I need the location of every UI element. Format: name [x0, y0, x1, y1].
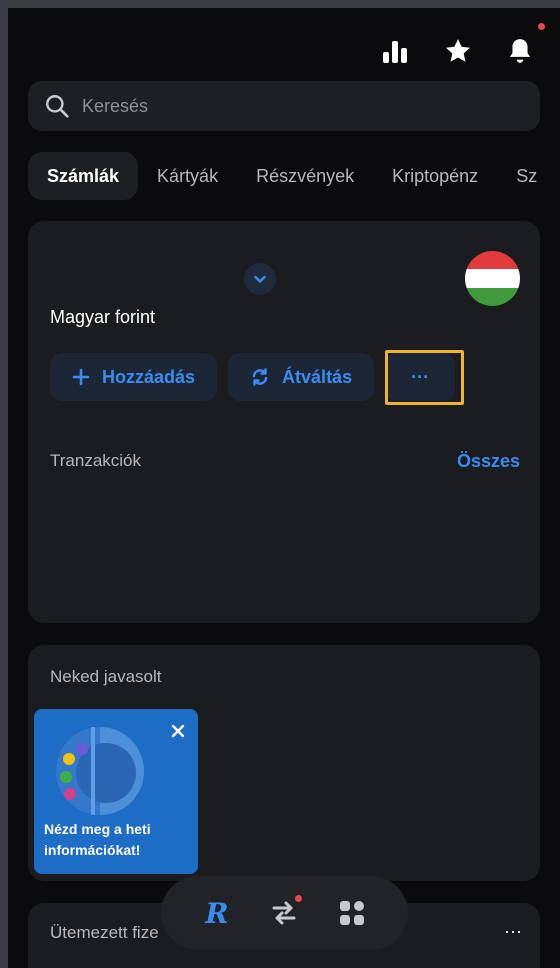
- top-bar: [360, 23, 560, 72]
- promo-text: Nézd meg a heti információkat!: [44, 821, 151, 858]
- app-screen: Keresés Számlák Kártyák Részvények Kript…: [8, 8, 560, 968]
- search-input[interactable]: Keresés: [82, 96, 148, 117]
- transfers-notification-dot: [295, 895, 303, 902]
- home-logo-icon: R: [205, 896, 229, 930]
- exchange-button[interactable]: Átváltás: [228, 353, 375, 401]
- account-name: Magyar forint: [50, 307, 156, 327]
- account-tabs: Számlák Kártyák Részvények Kriptopénz Sz: [28, 151, 556, 201]
- add-money-button[interactable]: Hozzáadás: [50, 353, 218, 401]
- see-all-link[interactable]: Összes: [457, 451, 520, 472]
- bell-icon[interactable]: [503, 34, 537, 68]
- exchange-icon: [252, 368, 268, 386]
- bottom-navigation: R: [161, 876, 408, 950]
- add-money-label: Hozzáadás: [102, 366, 196, 387]
- close-icon[interactable]: [170, 723, 186, 739]
- transactions-heading: Tranzakciók: [50, 451, 142, 470]
- insights-illustration: [56, 727, 144, 815]
- recommended-heading: Neked javasolt: [50, 667, 162, 686]
- hungary-flag-icon: [465, 251, 520, 306]
- nav-home[interactable]: R: [197, 893, 237, 933]
- plus-icon: [72, 368, 90, 386]
- tab-cards[interactable]: Kártyák: [138, 152, 237, 200]
- star-icon[interactable]: [441, 34, 475, 68]
- tab-accounts[interactable]: Számlák: [28, 152, 139, 200]
- search-icon: [46, 95, 69, 118]
- highlight-box: [385, 350, 464, 405]
- nav-transfers[interactable]: [264, 893, 304, 933]
- chevron-down-icon: [254, 275, 266, 283]
- account-card: Magyar forint Hozzáadás Átváltás ··· Tra…: [28, 221, 540, 623]
- search-bar[interactable]: Keresés: [28, 81, 540, 131]
- scheduled-more-button[interactable]: ···: [504, 921, 522, 942]
- account-switch-button[interactable]: [244, 263, 276, 295]
- tab-truncated[interactable]: Sz: [497, 152, 556, 200]
- hub-icon: [340, 901, 365, 925]
- notification-dot: [538, 23, 545, 30]
- transfers-icon: [272, 901, 296, 925]
- analytics-icon[interactable]: [378, 34, 412, 68]
- nav-hub[interactable]: [332, 893, 372, 933]
- weekly-insights-promo[interactable]: Nézd meg a heti információkat!: [34, 709, 198, 874]
- scheduled-heading: Ütemezett fize: [50, 923, 159, 942]
- tab-stocks[interactable]: Részvények: [237, 152, 373, 200]
- tab-crypto[interactable]: Kriptopénz: [373, 152, 497, 200]
- exchange-label: Átváltás: [282, 366, 353, 387]
